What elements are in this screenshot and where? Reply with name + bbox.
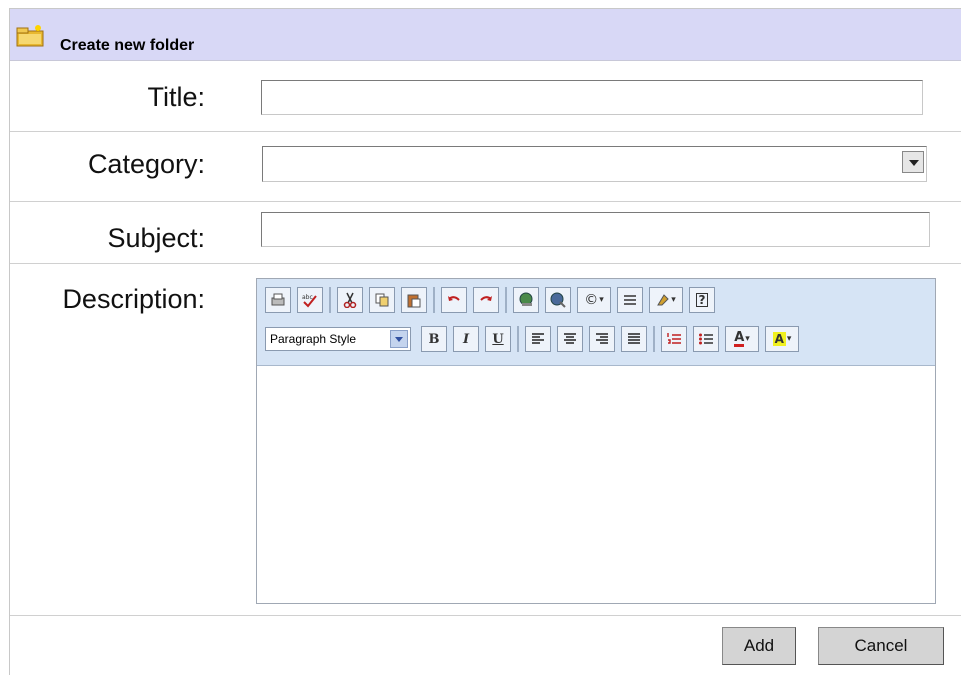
separator [505,287,507,313]
category-label: Category: [87,149,205,179]
separator [329,287,331,313]
cancel-button[interactable]: Cancel [818,627,944,665]
paragraph-style-value: Paragraph Style [270,332,357,346]
editor-toolbar: abc © ▾ ▾ ? Paragraph Style B I U A ▾ A … [257,279,935,366]
folder-new-icon [16,25,44,47]
copy-icon[interactable] [369,287,395,313]
dialog-header: Create new folder [10,9,961,61]
cut-icon[interactable] [337,287,363,313]
title-input[interactable] [261,80,923,115]
chevron-down-icon[interactable] [902,151,924,173]
italic-icon[interactable]: I [453,326,479,352]
redo-icon[interactable] [473,287,499,313]
toolbar-row-2: Paragraph Style B I U A ▾ A ▾ [265,324,805,354]
underline-icon[interactable]: U [485,326,511,352]
divider [10,615,961,616]
separator [433,287,435,313]
divider [10,263,961,264]
title-label: Title: [147,82,205,112]
numbered-list-icon[interactable] [661,326,687,352]
highlight-color-icon[interactable]: A ▾ [765,326,799,352]
subject-input[interactable] [261,212,930,247]
align-center-icon[interactable] [557,326,583,352]
description-editor-body[interactable] [257,366,935,603]
divider [10,201,961,202]
special-char-icon[interactable]: © ▾ [577,287,611,313]
help-icon[interactable]: ? [689,287,715,313]
paste-icon[interactable] [401,287,427,313]
toolbar-row-1: abc © ▾ ▾ ? [265,285,721,315]
align-left-icon[interactable] [525,326,551,352]
clean-format-icon[interactable]: ▾ [649,287,683,313]
insert-link-icon[interactable] [513,287,539,313]
rich-text-editor: abc © ▾ ▾ ? Paragraph Style B I U A ▾ A … [256,278,936,604]
description-label: Description: [62,284,205,314]
add-button[interactable]: Add [722,627,796,665]
undo-icon[interactable] [441,287,467,313]
category-select[interactable] [262,146,927,182]
bold-icon[interactable]: B [421,326,447,352]
text-color-icon[interactable]: A ▾ [725,326,759,352]
separator [517,326,519,352]
remove-link-icon[interactable] [545,287,571,313]
dialog-title: Create new folder [60,37,195,54]
horizontal-rule-icon[interactable] [617,287,643,313]
paragraph-style-select[interactable]: Paragraph Style [265,327,411,351]
bulleted-list-icon[interactable] [693,326,719,352]
spellcheck-icon[interactable]: abc [297,287,323,313]
separator [653,326,655,352]
chevron-down-icon[interactable] [390,330,408,348]
subject-label: Subject: [107,223,205,253]
svg-text:abc: abc [302,294,313,301]
justify-icon[interactable] [621,326,647,352]
divider [10,131,961,132]
align-right-icon[interactable] [589,326,615,352]
print-icon[interactable] [265,287,291,313]
